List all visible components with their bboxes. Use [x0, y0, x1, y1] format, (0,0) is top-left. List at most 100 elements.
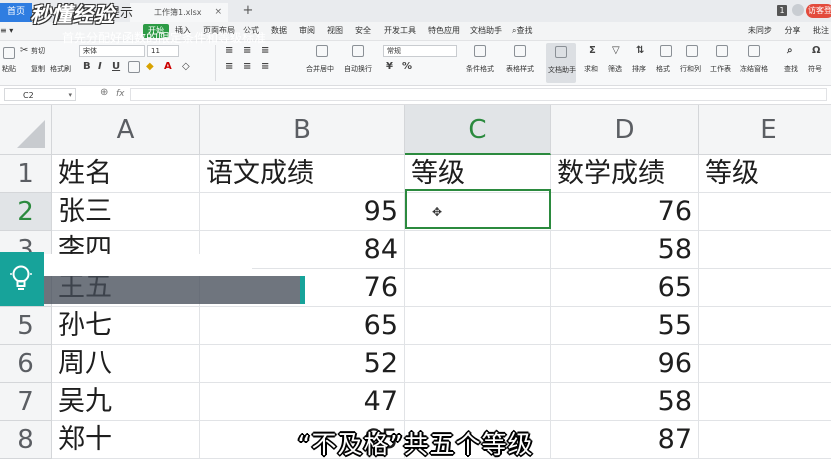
- cut-label[interactable]: 剪切: [31, 46, 45, 56]
- avatar[interactable]: [792, 4, 804, 16]
- align-bottom-icon[interactable]: ≡: [261, 45, 269, 57]
- cell-grade[interactable]: [405, 269, 551, 307]
- currency-button[interactable]: ¥: [386, 61, 393, 73]
- sort-label[interactable]: 排序: [632, 64, 646, 74]
- fill-color-icon[interactable]: ◆: [146, 61, 154, 73]
- format-painter-label[interactable]: 格式刷: [50, 64, 71, 74]
- align-top-icon[interactable]: ≡: [225, 45, 233, 57]
- format-icon[interactable]: [660, 45, 672, 57]
- cell-math[interactable]: 96: [551, 345, 699, 383]
- cell-grade[interactable]: [405, 307, 551, 345]
- copy-label[interactable]: 复制: [31, 64, 45, 74]
- share-button[interactable]: 分享: [784, 26, 800, 35]
- chevron-down-icon[interactable]: ▾: [68, 89, 72, 102]
- column-header-d[interactable]: D: [551, 105, 699, 155]
- bold-button[interactable]: B: [83, 61, 91, 73]
- cell-grade[interactable]: [405, 345, 551, 383]
- row-col-label[interactable]: 行和列: [680, 64, 701, 74]
- tab-home[interactable]: 首页: [0, 3, 32, 22]
- cell-chinese[interactable]: 47: [200, 383, 405, 421]
- table-style-label[interactable]: 表格样式: [506, 64, 534, 74]
- header-cell-chinese[interactable]: 语文成绩: [200, 155, 405, 193]
- sheet-icon[interactable]: [716, 45, 728, 57]
- cell-grade-2[interactable]: [699, 269, 831, 307]
- tab-review[interactable]: 审阅: [299, 24, 315, 38]
- align-right-icon[interactable]: ≡: [261, 61, 269, 73]
- sheet-label[interactable]: 工作表: [710, 64, 731, 74]
- close-icon[interactable]: ×: [214, 3, 222, 22]
- header-cell-grade-2[interactable]: 等级: [699, 155, 831, 193]
- cell-grade-2[interactable]: [699, 231, 831, 269]
- formula-input[interactable]: [130, 88, 827, 101]
- tab-document[interactable]: 工作簿1.xlsx ×: [130, 3, 228, 22]
- eraser-icon[interactable]: ◇: [182, 61, 190, 73]
- freeze-label[interactable]: 冻结窗格: [740, 64, 768, 74]
- row-col-icon[interactable]: [686, 45, 698, 57]
- filter-icon[interactable]: ▽: [612, 45, 620, 57]
- cell-grade-2[interactable]: [699, 383, 831, 421]
- font-color-icon[interactable]: A: [164, 61, 172, 73]
- cell-grade[interactable]: [405, 231, 551, 269]
- merge-label[interactable]: 合并居中: [306, 64, 334, 74]
- font-name-select[interactable]: 宋体: [79, 45, 145, 57]
- zoom-icon[interactable]: ⊕: [100, 87, 108, 98]
- header-cell-grade[interactable]: 等级: [405, 155, 551, 193]
- column-header-c[interactable]: C: [405, 105, 551, 155]
- cell-grade-2[interactable]: [699, 345, 831, 383]
- scissors-icon[interactable]: ✂: [20, 45, 28, 57]
- wrap-label[interactable]: 自动换行: [344, 64, 372, 74]
- header-cell-math[interactable]: 数学成绩: [551, 155, 699, 193]
- cell-math[interactable]: 58: [551, 383, 699, 421]
- conditional-format-icon[interactable]: [474, 45, 486, 57]
- cell-name[interactable]: 张三: [52, 193, 200, 231]
- table-style-icon[interactable]: [514, 45, 526, 57]
- cell-math[interactable]: 55: [551, 307, 699, 345]
- merge-icon[interactable]: [316, 45, 328, 57]
- cell-grade[interactable]: [405, 383, 551, 421]
- name-box[interactable]: C2 ▾: [4, 88, 76, 101]
- cell-math[interactable]: 65: [551, 269, 699, 307]
- sum-label[interactable]: 求和: [584, 64, 598, 74]
- cell-math[interactable]: 58: [551, 231, 699, 269]
- cell-name[interactable]: 吴九: [52, 383, 200, 421]
- tab-developer[interactable]: 开发工具: [384, 24, 416, 38]
- find-label[interactable]: 查找: [784, 64, 798, 74]
- border-icon[interactable]: [128, 61, 140, 73]
- align-middle-icon[interactable]: ≡: [243, 45, 251, 57]
- align-center-icon[interactable]: ≡: [243, 61, 251, 73]
- sync-button[interactable]: 未同步: [748, 26, 772, 35]
- tab-security[interactable]: 安全: [355, 24, 371, 38]
- wrap-icon[interactable]: [352, 45, 364, 57]
- header-cell-name[interactable]: 姓名: [52, 155, 200, 193]
- tab-special-apps[interactable]: 特色应用: [428, 24, 460, 38]
- tab-view[interactable]: 视图: [327, 24, 343, 38]
- filter-label[interactable]: 筛选: [608, 64, 622, 74]
- select-all-corner[interactable]: [0, 105, 52, 155]
- number-format-select[interactable]: 常规: [383, 45, 457, 57]
- cell-math[interactable]: 76: [551, 193, 699, 231]
- cell-name[interactable]: 周八: [52, 345, 200, 383]
- tab-doc-assistant[interactable]: 文档助手: [470, 24, 502, 38]
- sort-icon[interactable]: ⇅: [636, 45, 644, 57]
- login-button[interactable]: 访客登: [806, 4, 831, 18]
- tab-data[interactable]: 数据: [271, 24, 287, 38]
- percent-button[interactable]: %: [402, 61, 412, 73]
- window-count-badge[interactable]: 1: [777, 5, 787, 16]
- comment-button[interactable]: 批注: [813, 26, 829, 35]
- sum-icon[interactable]: Σ: [589, 45, 596, 57]
- conditional-format-label[interactable]: 条件格式: [466, 64, 494, 74]
- search-button[interactable]: ⌕查找: [512, 24, 532, 38]
- symbol-icon[interactable]: Ω: [812, 45, 821, 57]
- cell-chinese[interactable]: 95: [200, 193, 405, 231]
- fx-icon[interactable]: fx: [116, 88, 125, 101]
- row-header-7[interactable]: 7: [0, 383, 52, 421]
- column-header-a[interactable]: A: [52, 105, 200, 155]
- add-tab-button[interactable]: +: [240, 3, 256, 19]
- row-header-5[interactable]: 5: [0, 307, 52, 345]
- row-header-6[interactable]: 6: [0, 345, 52, 383]
- cell-chinese[interactable]: 52: [200, 345, 405, 383]
- align-left-icon[interactable]: ≡: [225, 61, 233, 73]
- row-header-2[interactable]: 2: [0, 193, 52, 231]
- cell-chinese[interactable]: 65: [200, 307, 405, 345]
- find-icon[interactable]: ⌕: [787, 45, 793, 57]
